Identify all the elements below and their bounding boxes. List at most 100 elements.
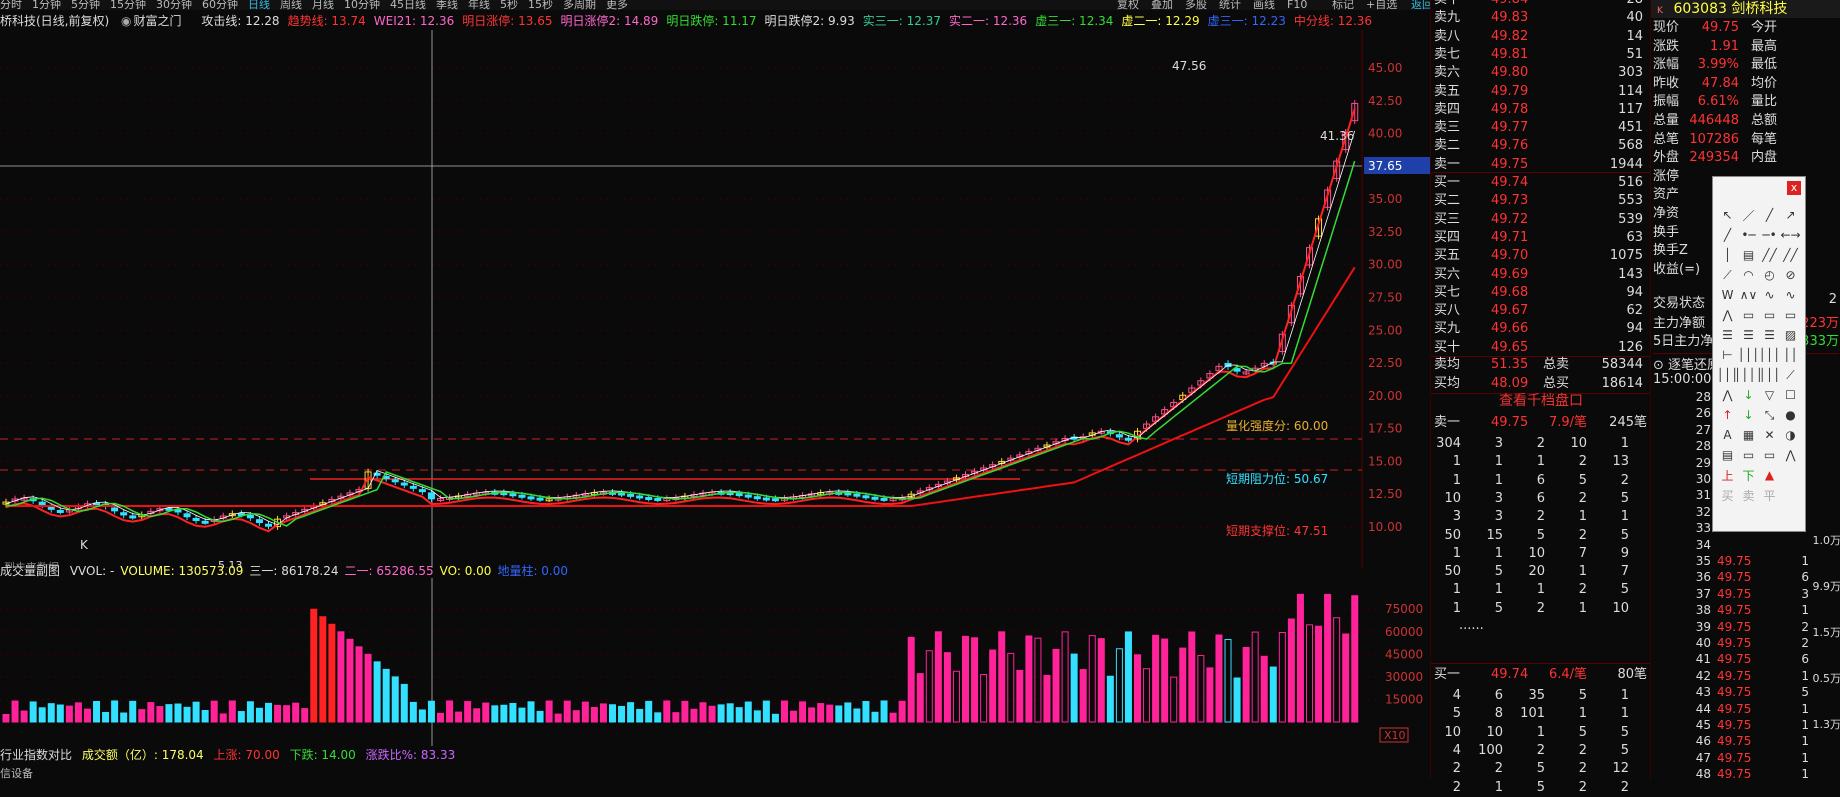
sell-level[interactable]: 卖十49.8428 (1431, 0, 1651, 10)
draw-tool-icon[interactable]: ↓ (1738, 405, 1759, 425)
draw-tool-icon[interactable]: ⤡ (1759, 405, 1780, 425)
period-tab[interactable]: 1分钟 (32, 0, 61, 10)
buy-level[interactable]: 买十49.65126 (1431, 339, 1651, 358)
buy-level[interactable]: 买六49.69143 (1431, 266, 1651, 285)
draw-tool-icon[interactable]: ⊘ (1780, 265, 1801, 285)
sell-level[interactable]: 卖九49.8340 (1431, 9, 1651, 28)
draw-tool-icon[interactable]: 卖 (1738, 485, 1759, 505)
buy-level[interactable]: 买五49.701075 (1431, 247, 1651, 266)
buy-level[interactable]: 买四49.7163 (1431, 229, 1651, 248)
buy-level[interactable]: 买一49.74516 (1431, 174, 1651, 193)
period-tab[interactable]: 月线 (312, 0, 334, 10)
draw-tool-icon[interactable]: A (1717, 425, 1738, 445)
draw-tool-icon[interactable]: ☰ (1717, 325, 1738, 345)
sell-level[interactable]: 卖八49.8214 (1431, 28, 1651, 47)
draw-tool-icon[interactable]: ∧∨ (1738, 285, 1759, 305)
toolbar-button[interactable]: 画线 (1253, 0, 1275, 10)
draw-tool-icon[interactable]: ● (1780, 405, 1801, 425)
draw-tool-icon[interactable]: │││ (1759, 365, 1780, 385)
buy-level[interactable]: 买二49.73553 (1431, 192, 1651, 211)
buy-level[interactable]: 买三49.72539 (1431, 211, 1651, 230)
draw-tool-icon[interactable]: ▲ (1759, 465, 1780, 485)
period-tab[interactable]: 5秒 (500, 0, 518, 10)
toolbar-button[interactable]: +自选 (1366, 0, 1397, 10)
draw-tool-icon[interactable]: ⟋ (1717, 265, 1738, 285)
draw-tool-icon[interactable]: ☰ (1759, 325, 1780, 345)
draw-tool-icon[interactable]: ☰ (1738, 325, 1759, 345)
toolbox-close-button[interactable]: x (1787, 181, 1801, 195)
period-tab[interactable]: 15分钟 (110, 0, 146, 10)
draw-tool-icon[interactable]: 平 (1759, 485, 1780, 505)
sell-level[interactable]: 卖七49.8151 (1431, 46, 1651, 65)
draw-tool-icon[interactable]: ☐ (1780, 385, 1801, 405)
draw-tool-icon[interactable] (1780, 485, 1801, 505)
draw-tool-icon[interactable]: ↗ (1780, 205, 1801, 225)
draw-tool-icon[interactable]: ││ (1780, 345, 1801, 365)
period-tab[interactable]: 季线 (436, 0, 458, 10)
buy-level[interactable]: 买七49.6894 (1431, 284, 1651, 303)
period-tab[interactable]: 10分钟 (344, 0, 380, 10)
draw-tool-icon[interactable]: ╱ (1717, 225, 1738, 245)
draw-tool-icon[interactable]: ▦ (1738, 425, 1759, 445)
period-tab[interactable]: 5分钟 (71, 0, 100, 10)
sell-level[interactable]: 卖二49.76568 (1431, 137, 1651, 156)
draw-tool-icon[interactable]: ◑ (1780, 425, 1801, 445)
draw-tool-icon[interactable]: ／ (1738, 205, 1759, 225)
buy-level[interactable]: 买九49.6694 (1431, 320, 1651, 339)
draw-tool-icon[interactable]: ─• (1759, 225, 1780, 245)
draw-tool-icon[interactable]: │││ (1759, 345, 1780, 365)
draw-tool-icon[interactable]: ▭ (1759, 445, 1780, 465)
period-tab[interactable]: 年线 (468, 0, 490, 10)
draw-tool-icon[interactable]: ▤ (1717, 445, 1738, 465)
toolbar-button[interactable]: 返回 (1411, 0, 1430, 10)
view-depth-button[interactable]: 查看千档盘口 (1431, 390, 1651, 412)
draw-tool-icon[interactable]: ✕ (1759, 425, 1780, 445)
draw-tool-icon[interactable]: ⟋ (1780, 365, 1801, 385)
sell-level[interactable]: 卖四49.78117 (1431, 101, 1651, 120)
period-tab[interactable]: 分时 (0, 0, 22, 10)
draw-tool-icon[interactable]: ▭ (1738, 445, 1759, 465)
draw-tool-icon[interactable]: ⋀ (1780, 445, 1801, 465)
draw-tool-icon[interactable]: ◴ (1759, 265, 1780, 285)
draw-tool-icon[interactable]: ↖ (1717, 205, 1738, 225)
toolbar-button[interactable]: 标记 (1332, 0, 1354, 10)
toolbar-button[interactable]: 统计 (1219, 0, 1241, 10)
draw-tool-icon[interactable]: ╱ (1759, 205, 1780, 225)
draw-tool-icon[interactable]: ∿ (1780, 285, 1801, 305)
period-tab[interactable]: 60分钟 (202, 0, 238, 10)
draw-tool-icon[interactable]: ▤ (1738, 245, 1759, 265)
sell-level[interactable]: 卖六49.80303 (1431, 64, 1651, 83)
draw-tool-icon[interactable]: ▭ (1780, 305, 1801, 325)
volume-chart[interactable]: 7500060000450003000015000X10 (0, 578, 1430, 746)
draw-tool-icon[interactable]: ▭ (1759, 305, 1780, 325)
draw-tool-icon[interactable]: 下 (1738, 465, 1759, 485)
draw-tool-icon[interactable]: 上 (1717, 465, 1738, 485)
draw-tool-icon[interactable]: ▽ (1759, 385, 1780, 405)
draw-tool-icon[interactable]: ⋀ (1717, 385, 1738, 405)
sell-level[interactable]: 卖五49.79114 (1431, 83, 1651, 102)
toolbar-button[interactable]: F10 (1287, 0, 1307, 10)
draw-tool-icon[interactable]: W (1717, 285, 1738, 305)
draw-tool-icon[interactable]: │││ (1738, 345, 1759, 365)
draw-tool-icon[interactable]: ⊢ (1717, 345, 1738, 365)
candlestick-chart[interactable]: 45.0042.5040.0037.5035.0032.5030.0027.50… (0, 30, 1430, 568)
wealth-gate-toggle[interactable]: ◉财富之门 (121, 14, 190, 28)
draw-tool-icon[interactable]: ⋀ (1717, 305, 1738, 325)
draw-tool-icon[interactable]: │ (1717, 245, 1738, 265)
draw-tool-icon[interactable]: ◠ (1738, 265, 1759, 285)
period-tab[interactable]: 多周期 (563, 0, 596, 10)
draw-tool-icon[interactable]: ▭ (1738, 305, 1759, 325)
draw-tool-icon[interactable]: ↓ (1738, 385, 1759, 405)
draw-tool-icon[interactable]: 买 (1717, 485, 1738, 505)
draw-tool-icon[interactable]: ╱╱ (1759, 245, 1780, 265)
period-tab[interactable]: 30分钟 (156, 0, 192, 10)
draw-tool-icon[interactable]: •─ (1738, 225, 1759, 245)
sell-level[interactable]: 卖三49.77451 (1431, 119, 1651, 138)
buy-level[interactable]: 买八49.6762 (1431, 302, 1651, 321)
period-tab[interactable]: 日线 (248, 0, 270, 10)
draw-tool-icon[interactable]: ↑ (1717, 405, 1738, 425)
draw-tool-icon[interactable]: ∿ (1759, 285, 1780, 305)
draw-tool-icon[interactable]: ←→ (1780, 225, 1801, 245)
draw-tool-icon[interactable]: ╱╱ (1780, 245, 1801, 265)
toolbar-button[interactable]: 多股 (1185, 0, 1207, 10)
